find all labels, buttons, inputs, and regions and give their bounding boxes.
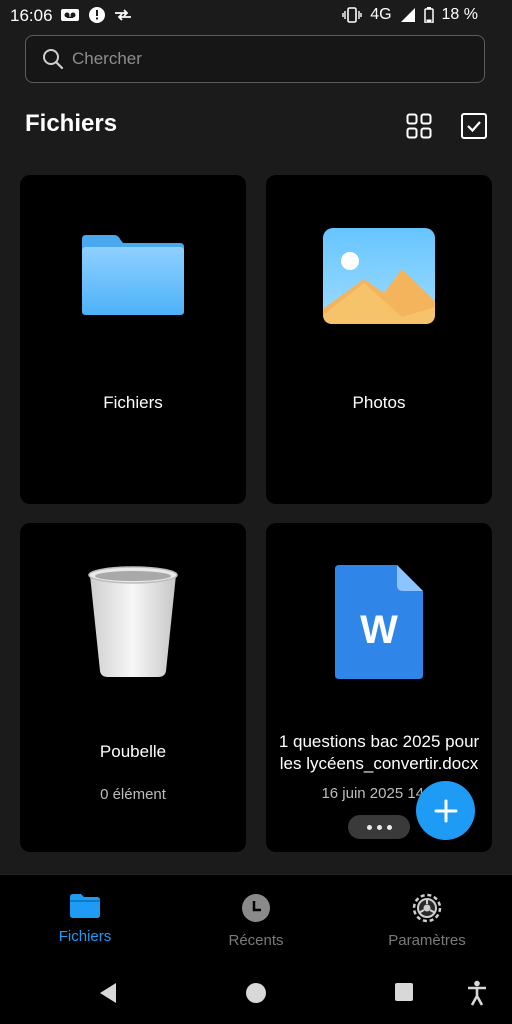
document-name: 1 questions bac 2025 pour les lycéens_co… [278,732,480,773]
bottom-navigation: Fichiers Récents Paramètres [0,874,512,965]
select-mode-button[interactable] [460,112,488,140]
trash-icon [88,566,178,677]
trash-card-label: Poubelle [99,742,167,761]
voicemail-icon [61,9,79,21]
photo-icon [323,228,435,324]
dot-icon [376,824,382,830]
trash-item-count: 0 élément [100,786,166,803]
recents-overview-icon[interactable] [394,982,414,1002]
svg-text:W: W [360,608,398,652]
nav-label-recents: Récents [228,932,284,949]
network-type: 4G [370,6,392,23]
search-input[interactable] [70,48,454,70]
more-options-button[interactable] [348,815,410,839]
nav-item-recents[interactable]: Récents [171,893,341,949]
dot-icon [386,824,392,830]
trash-card[interactable]: Poubelle 0 élément [20,523,246,852]
vibrate-icon [342,7,362,23]
info-circle-icon [89,7,105,23]
plus-icon [434,799,457,822]
photos-card[interactable]: Photos [266,175,492,504]
folder-icon [70,894,100,918]
back-icon[interactable] [98,982,118,1004]
battery-icon [423,7,434,23]
nav-label-settings: Paramètres [388,932,466,949]
system-navigation-bar [0,964,512,1024]
signal-icon [400,8,415,22]
search-bar[interactable] [25,35,485,83]
battery-level: 18 % [441,6,478,23]
photos-card-label: Photos [352,393,406,412]
grid-view-icon [406,113,432,139]
search-icon [43,49,64,70]
page-title: Fichiers [25,110,118,137]
clock-icon [242,894,270,922]
home-icon[interactable] [245,982,267,1004]
gear-icon [412,893,442,923]
status-bar: 16:06 4G 18 % [0,0,512,32]
data-transfer-icon [115,9,131,21]
nav-item-settings[interactable]: Paramètres [342,893,512,949]
word-document-icon: W [335,565,423,679]
files-app-screen: 16:06 4G 18 % Chercher Fichiers Fichiers… [0,0,512,1024]
files-card[interactable]: Fichiers [20,175,246,504]
checkbox-icon [461,113,487,139]
grid-view-button[interactable] [406,113,432,139]
files-card-label: Fichiers [103,393,163,412]
accessibility-icon[interactable] [467,980,487,1006]
nav-item-files[interactable]: Fichiers [0,893,170,945]
nav-label-files: Fichiers [58,928,112,945]
add-button[interactable] [416,781,475,840]
status-time: 16:06 [10,6,53,25]
dot-icon [366,824,372,830]
folder-icon [82,235,184,315]
